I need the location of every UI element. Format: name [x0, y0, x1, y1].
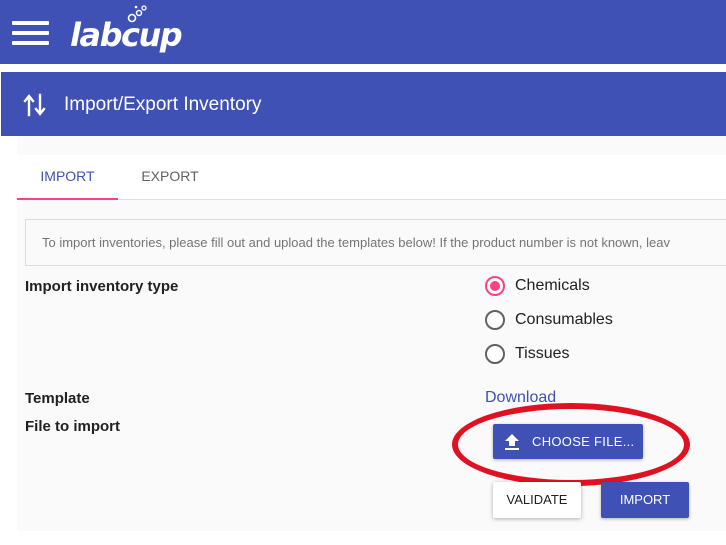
import-type-label: Import inventory type: [25, 278, 179, 295]
radio-label: Consumables: [515, 311, 613, 328]
info-text: To import inventories, please fill out a…: [42, 235, 670, 250]
choose-file-button[interactable]: CHOOSE FILE...: [493, 424, 643, 459]
tab-import[interactable]: IMPORT: [17, 155, 118, 200]
page-header: Import/Export Inventory: [1, 72, 726, 136]
radio-unchecked-icon: [485, 344, 505, 364]
choose-file-label: CHOOSE FILE...: [532, 434, 635, 449]
header-gap: [0, 64, 726, 72]
page-title: Import/Export Inventory: [64, 94, 262, 115]
radio-label: Tissues: [515, 345, 570, 362]
radio-label: Chemicals: [515, 277, 590, 294]
menu-icon[interactable]: [12, 21, 49, 45]
radio-checked-icon: [485, 276, 505, 296]
tab-bar: IMPORT EXPORT: [17, 155, 726, 200]
app-bar: labcup: [0, 0, 726, 64]
import-button[interactable]: IMPORT: [601, 482, 689, 518]
radio-unchecked-icon: [485, 310, 505, 330]
bubbles-icon: [127, 5, 147, 23]
file-to-import-label: File to import: [25, 418, 120, 435]
info-box: To import inventories, please fill out a…: [25, 219, 726, 266]
validate-button[interactable]: VALIDATE: [493, 482, 581, 518]
swap-vertical-icon: [23, 93, 46, 117]
template-label: Template: [25, 390, 90, 407]
tab-export[interactable]: EXPORT: [118, 155, 222, 200]
upload-icon: [505, 434, 519, 450]
labcup-logo[interactable]: labcup: [70, 4, 183, 60]
download-link[interactable]: Download: [485, 389, 556, 407]
